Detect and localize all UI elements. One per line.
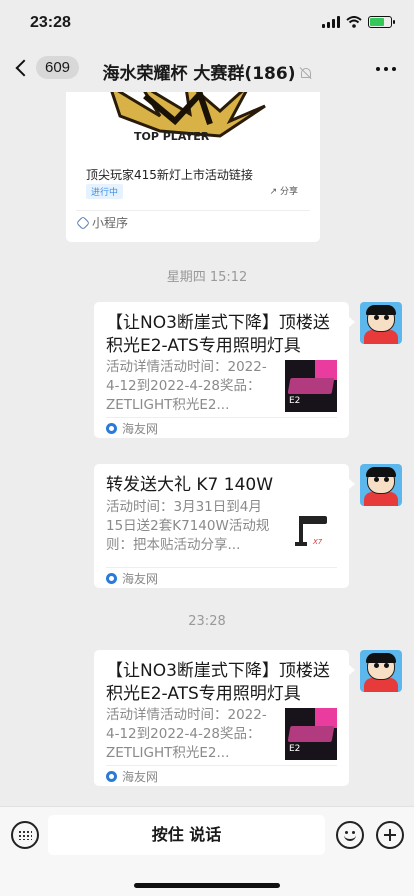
link-card-thumbnail: X7 — [285, 504, 337, 556]
sender-avatar[interactable] — [360, 302, 402, 344]
link-card-message[interactable]: 【让NO3断崖式下降】顶楼送积光E2-ATS专用照明灯具 活动详情活动时间：20… — [94, 302, 355, 438]
mini-program-title: 顶尖玩家415新灯上市活动链接 — [86, 168, 253, 182]
mute-bell-icon — [299, 67, 312, 79]
link-card-title: 转发送大礼 K7 140W — [106, 475, 274, 495]
link-card-message[interactable]: 【让NO3断崖式下降】顶楼送积光E2-ATS专用照明灯具 活动详情活动时间：20… — [94, 650, 355, 786]
svg-text:TOP PLAYER: TOP PLAYER — [134, 130, 210, 143]
status-tag: 进行中 — [86, 184, 124, 199]
share-icon: ↗ — [269, 187, 278, 197]
chat-title: 海水荣耀杯 大赛群(186) — [0, 59, 414, 84]
link-card-title: 【让NO3断崖式下降】顶楼送积光E2-ATS专用照明灯具 — [106, 661, 330, 704]
message-timestamp: 23:28 — [188, 614, 226, 629]
link-card-message[interactable]: 转发送大礼 K7 140W 活动时间：3月31日到4月15日送2套K7140W活… — [94, 464, 355, 588]
status-time: 23:28 — [30, 14, 71, 31]
more-functions-button[interactable] — [376, 821, 404, 849]
mini-program-icon — [75, 215, 91, 230]
source-site-icon — [106, 423, 117, 434]
wifi-icon — [346, 16, 362, 28]
link-card-description: 活动时间：3月31日到4月15日送2套K7140W活动规则：把本贴活动分享... — [106, 499, 270, 553]
link-card-description: 活动详情活动时间：2022-4-12到2022-4-28奖品：ZETLIGHT积… — [106, 359, 267, 413]
more-options-button[interactable] — [376, 67, 396, 71]
chat-message-list[interactable]: TOP PLAYER 顶尖玩家415新灯上市活动链接 进行中 ↗ 分享 小程序 … — [0, 92, 414, 806]
sender-avatar[interactable] — [360, 650, 402, 692]
source-site-icon — [106, 771, 117, 782]
share-button[interactable]: ↗ 分享 — [270, 184, 298, 197]
status-bar: 23:28 — [0, 0, 414, 48]
home-indicator — [134, 883, 280, 888]
link-card-title: 【让NO3断崖式下降】顶楼送积光E2-ATS专用照明灯具 — [106, 313, 330, 356]
mini-program-banner: TOP PLAYER — [66, 92, 320, 152]
link-card-thumbnail: E2 — [285, 708, 337, 760]
link-card-source: 海友网 — [106, 570, 158, 587]
chat-title-text: 海水荣耀杯 大赛群(186) — [102, 64, 296, 84]
link-card-source: 海友网 — [106, 420, 158, 437]
status-icons — [322, 16, 395, 28]
mini-program-footer: 小程序 — [75, 214, 129, 231]
source-site-icon — [106, 573, 117, 584]
link-card-source: 海友网 — [106, 768, 158, 785]
keyboard-toggle-button[interactable] — [11, 821, 39, 849]
battery-icon — [368, 16, 395, 28]
share-label: 分享 — [279, 187, 298, 197]
sender-avatar[interactable] — [360, 464, 402, 506]
link-card-description: 活动详情活动时间：2022-4-12到2022-4-28奖品：ZETLIGHT积… — [106, 707, 267, 761]
cellular-signal-icon — [322, 16, 340, 28]
emoji-button[interactable] — [336, 821, 364, 849]
link-card-thumbnail: E2 — [285, 360, 337, 412]
top-player-logo: TOP PLAYER — [110, 92, 266, 143]
mini-program-label: 小程序 — [92, 216, 129, 230]
nav-bar: 609 海水荣耀杯 大赛群(186) — [0, 48, 414, 92]
message-timestamp: 星期四 15:12 — [166, 270, 248, 285]
mini-program-card[interactable]: TOP PLAYER 顶尖玩家415新灯上市活动链接 进行中 ↗ 分享 小程序 — [66, 92, 320, 242]
hold-to-talk-button[interactable]: 按住 说话 — [48, 815, 325, 855]
input-bar: 按住 说话 — [0, 806, 414, 896]
keyboard-icon — [18, 830, 32, 840]
